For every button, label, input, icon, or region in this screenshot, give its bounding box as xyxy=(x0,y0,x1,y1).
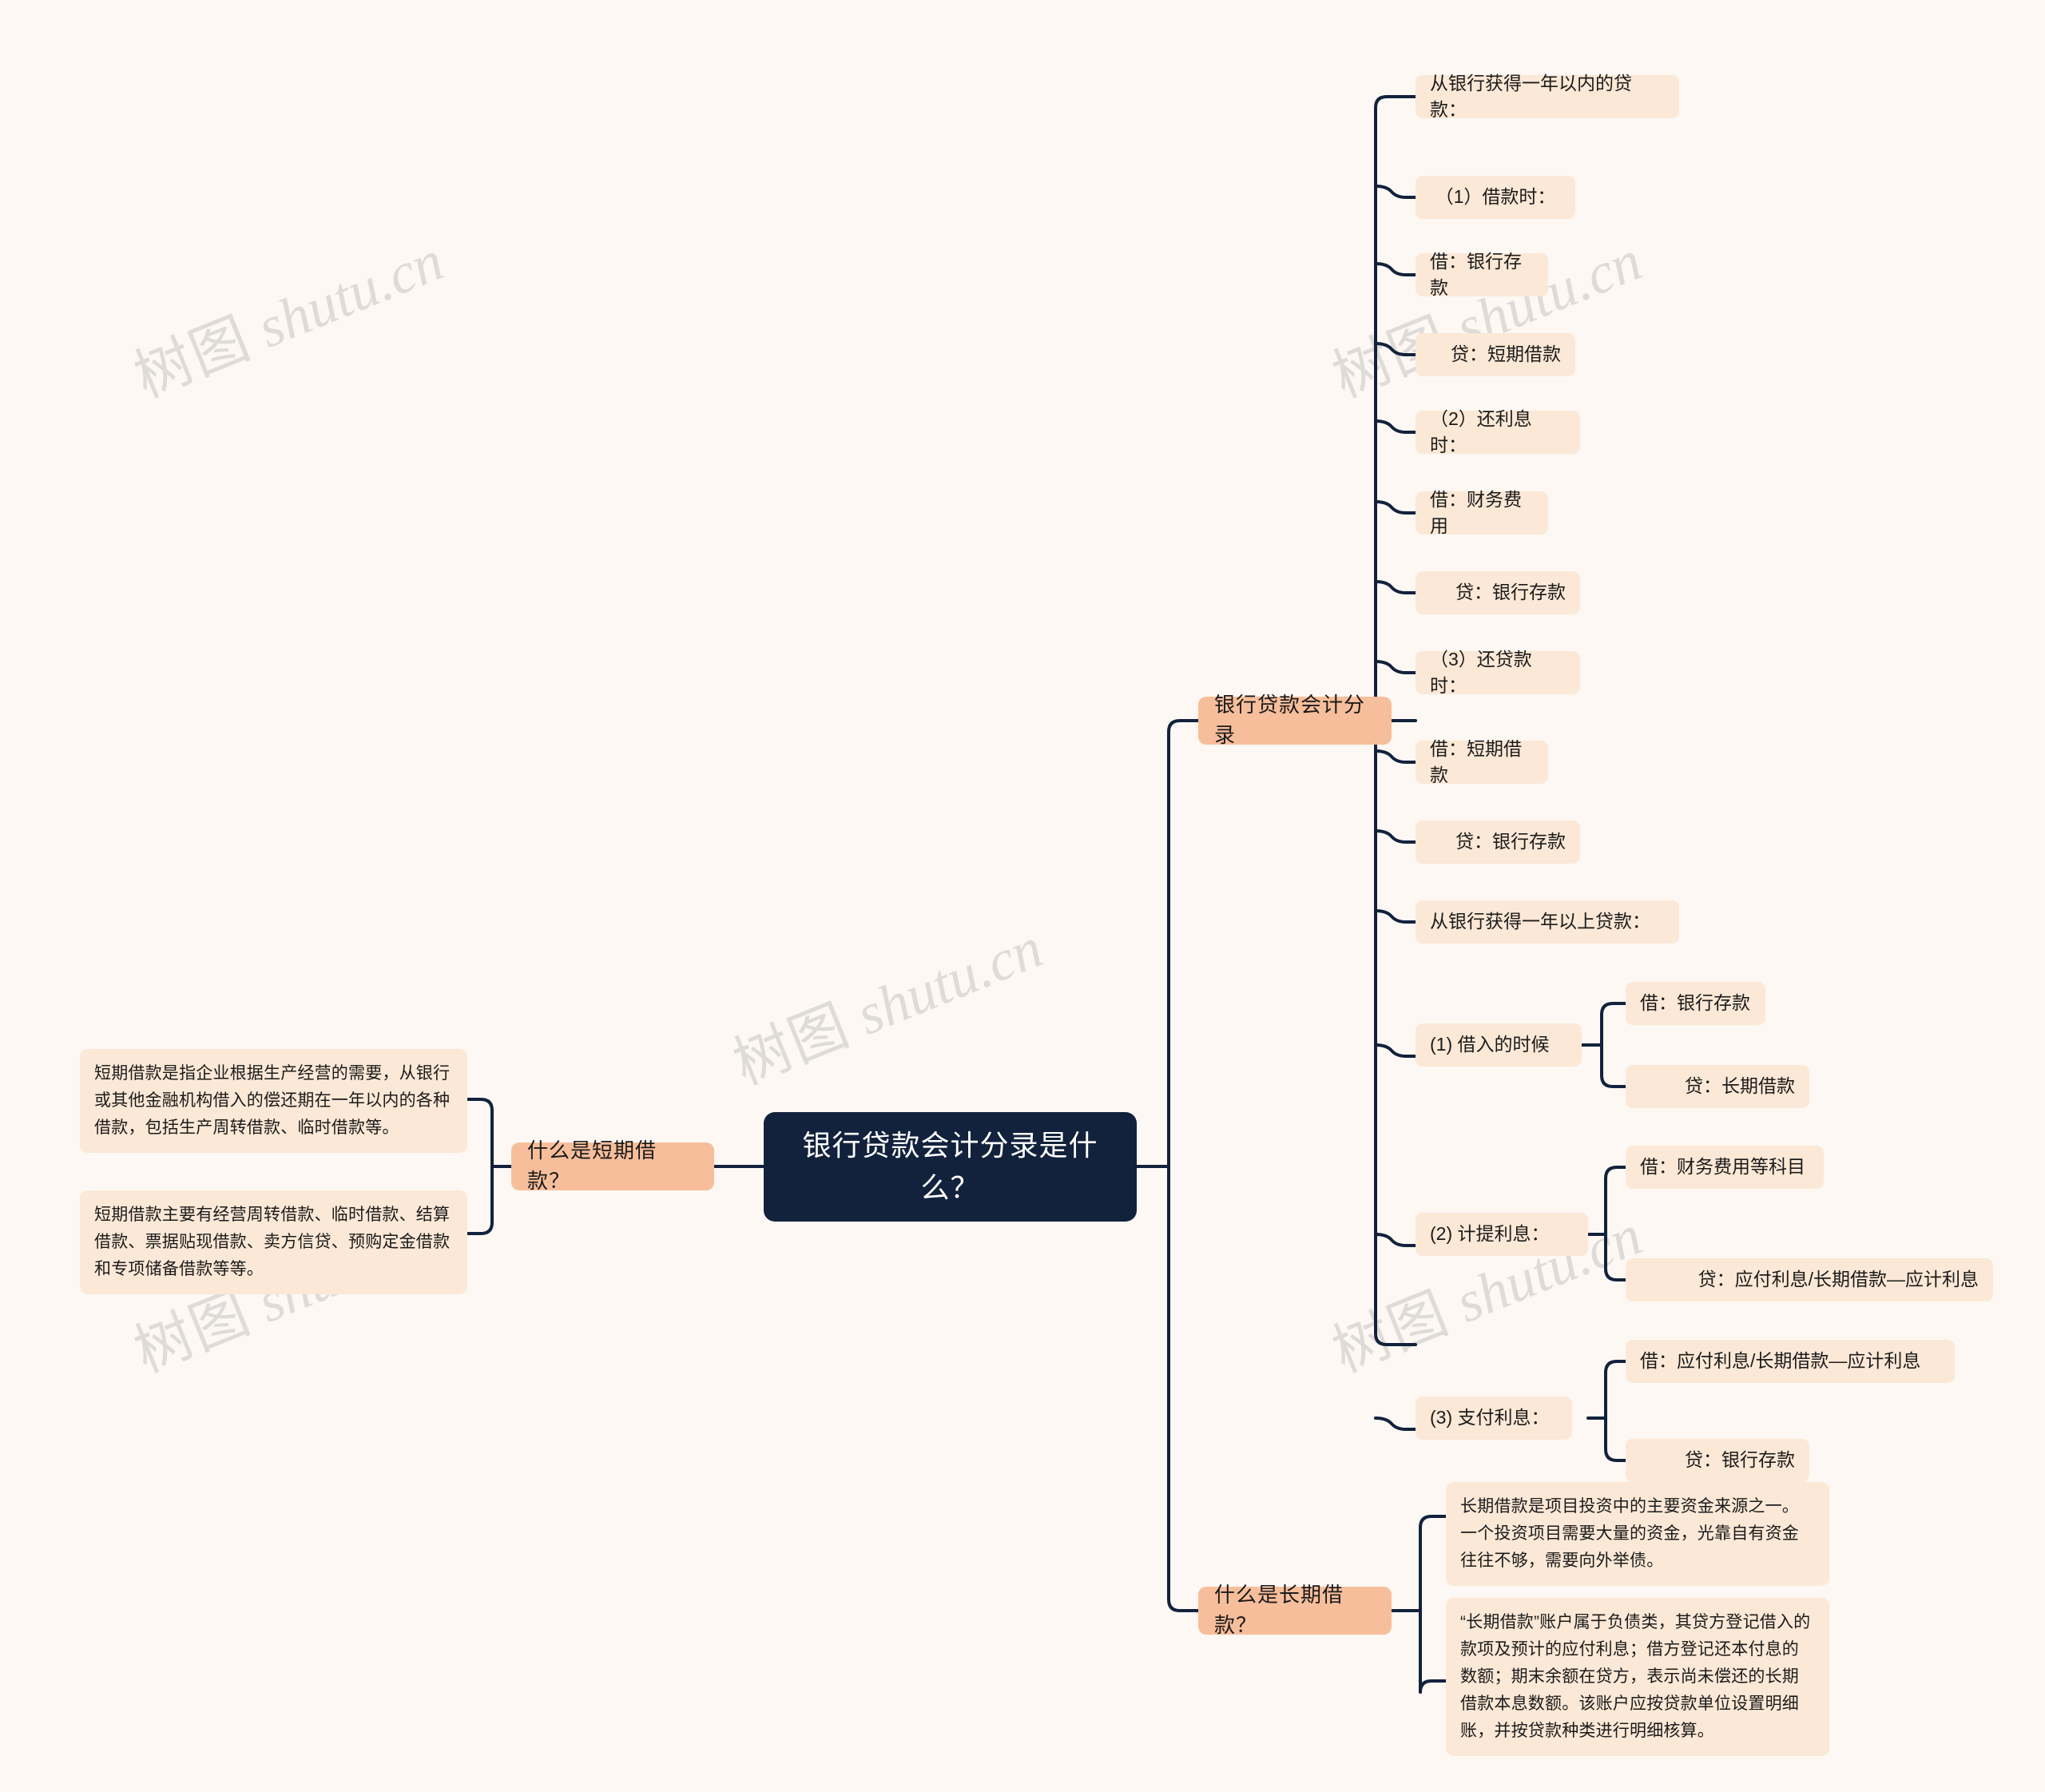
leaf-label: 借：银行存款 xyxy=(1640,992,1750,1014)
leaf-label: 借：财务费用 xyxy=(1430,488,1522,536)
leaf-node[interactable]: 借：银行存款 xyxy=(1626,982,1765,1025)
leaf-label: 贷：长期借款 xyxy=(1685,1075,1795,1097)
watermark-shutu: 树图 shutu.cn xyxy=(125,228,452,410)
leaf-node[interactable]: 贷：银行存款 xyxy=(1626,1439,1809,1482)
root-label: 银行贷款会计分录是什么？ xyxy=(802,1129,1098,1204)
leaf-node[interactable]: 从银行获得一年以内的贷款： xyxy=(1416,73,1679,120)
leaf-label: 贷：银行存款 xyxy=(1455,582,1566,603)
leaf-node[interactable]: 借：应付利息/长期借款—应计利息 xyxy=(1626,1340,1955,1383)
leaf-node[interactable]: （1）借款时： xyxy=(1416,176,1575,219)
leaf-label: 借：短期借款 xyxy=(1430,737,1522,785)
leaf-label: 借：银行存款 xyxy=(1430,250,1522,298)
leaf-label: (3) 支付利息： xyxy=(1430,1407,1550,1428)
leaf-label: 贷：短期借款 xyxy=(1451,344,1561,365)
leaf-label: （3）还贷款时： xyxy=(1430,648,1532,696)
leaf-label: 从银行获得一年以内的贷款： xyxy=(1430,72,1632,120)
branch-node-bank-loan-entries[interactable]: 银行贷款会计分录 xyxy=(1198,693,1392,747)
leaf-label: (2) 计提利息： xyxy=(1430,1223,1550,1245)
branch-label: 什么是长期借款？ xyxy=(1214,1583,1344,1637)
branch-node-what-is-short-term-loan[interactable]: 什么是短期借款？ xyxy=(511,1138,714,1193)
leaf-label: （1）借款时： xyxy=(1435,186,1556,208)
leaf-node[interactable]: （3）还贷款时： xyxy=(1416,649,1580,696)
leaf-node[interactable]: 借：短期借款 xyxy=(1416,738,1548,785)
leaf-label: 借：应付利息/长期借款—应计利息 xyxy=(1640,1350,1921,1372)
leaf-node[interactable]: 贷：银行存款 xyxy=(1416,821,1580,864)
leaf-label: 贷：应付利息/长期借款—应计利息 xyxy=(1698,1269,1979,1290)
watermark-shutu: 树图 shutu.cn xyxy=(1324,228,1650,410)
leaf-node[interactable]: 贷：长期借款 xyxy=(1626,1065,1809,1108)
description-text: 短期借款是指企业根据生产经营的需要，从银行或其他金融机构借入的偿还期在一年以内的… xyxy=(94,1064,451,1138)
branch-node-what-is-long-term-loan[interactable]: 什么是长期借款？ xyxy=(1198,1583,1392,1637)
leaf-node[interactable]: （2）还利息时： xyxy=(1416,408,1580,455)
branch-label: 银行贷款会计分录 xyxy=(1214,693,1366,747)
description-node[interactable]: 长期借款是项目投资中的主要资金来源之一。一个投资项目需要大量的资金，光靠自有资金… xyxy=(1446,1482,1829,1587)
leaf-label: 借：财务费用等科目 xyxy=(1640,1156,1805,1178)
leaf-node[interactable]: (1) 借入的时候 xyxy=(1416,1023,1582,1067)
leaf-node[interactable]: 从银行获得一年以上贷款： xyxy=(1416,900,1679,944)
leaf-node[interactable]: 借：财务费用 xyxy=(1416,489,1548,536)
description-node[interactable]: 短期借款是指企业根据生产经营的需要，从银行或其他金融机构借入的偿还期在一年以内的… xyxy=(80,1049,467,1154)
watermark-shutu: 树图 shutu.cn xyxy=(725,915,1051,1097)
leaf-node[interactable]: (2) 计提利息： xyxy=(1416,1213,1588,1256)
leaf-label: (1) 借入的时候 xyxy=(1430,1034,1550,1055)
leaf-label: 贷：银行存款 xyxy=(1685,1449,1795,1471)
leaf-node[interactable]: 贷：银行存款 xyxy=(1416,571,1580,614)
description-text: “长期借款”账户属于负债类，其贷方登记借入的款项及预计的应付利息；借方登记还本付… xyxy=(1460,1613,1811,1741)
leaf-node[interactable]: (3) 支付利息： xyxy=(1416,1397,1572,1440)
leaf-label: （2）还利息时： xyxy=(1430,407,1532,455)
mindmap-canvas: 树图 shutu.cn 树图 shutu.cn 树图 shutu.cn 树图 s… xyxy=(0,0,2045,1792)
description-node[interactable]: “长期借款”账户属于负债类，其贷方登记借入的款项及预计的应付利息；借方登记还本付… xyxy=(1446,1598,1829,1757)
description-node[interactable]: 短期借款主要有经营周转借款、临时借款、结算借款、票据贴现借款、卖方信贷、预购定金… xyxy=(80,1190,467,1295)
branch-label: 什么是短期借款？ xyxy=(527,1138,657,1193)
leaf-node[interactable]: 借：财务费用等科目 xyxy=(1626,1146,1824,1189)
leaf-label: 从银行获得一年以上贷款： xyxy=(1430,911,1650,932)
leaf-node[interactable]: 贷：应付利息/长期借款—应计利息 xyxy=(1626,1258,1993,1301)
leaf-node[interactable]: 贷：短期借款 xyxy=(1416,333,1575,376)
leaf-node[interactable]: 借：银行存款 xyxy=(1416,251,1548,298)
description-text: 长期借款是项目投资中的主要资金来源之一。一个投资项目需要大量的资金，光靠自有资金… xyxy=(1460,1497,1799,1571)
description-text: 短期借款主要有经营周转借款、临时借款、结算借款、票据贴现借款、卖方信贷、预购定金… xyxy=(94,1206,451,1279)
leaf-label: 贷：银行存款 xyxy=(1455,831,1566,852)
root-node[interactable]: 银行贷款会计分录是什么？ xyxy=(764,1112,1137,1222)
